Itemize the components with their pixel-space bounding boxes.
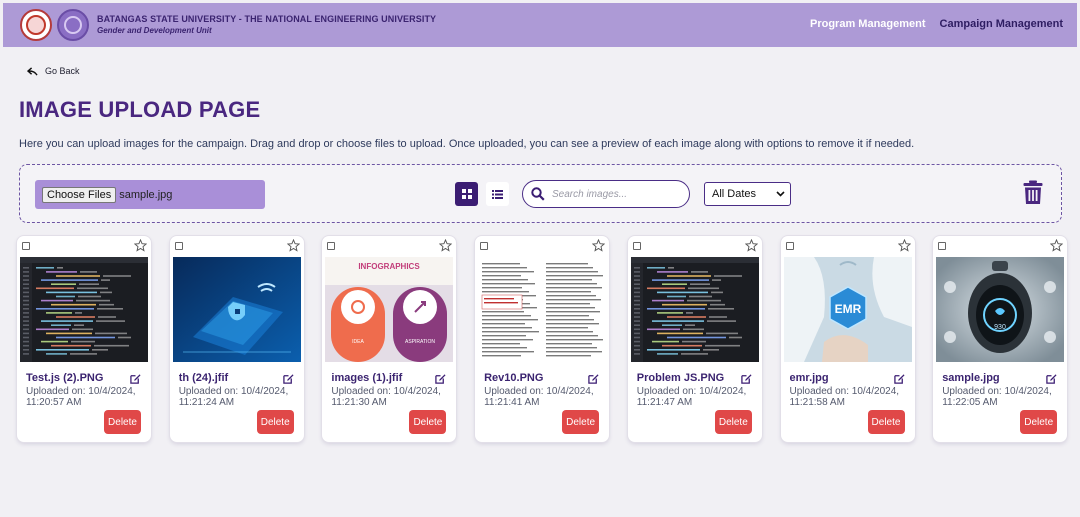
svg-text:INFOGRAPHICS: INFOGRAPHICS — [359, 262, 421, 271]
select-checkbox[interactable] — [174, 242, 183, 250]
select-checkbox[interactable] — [22, 242, 30, 250]
delete-button[interactable]: Delete — [256, 410, 294, 434]
edit-icon[interactable] — [1046, 373, 1057, 384]
image-thumbnail[interactable] — [20, 257, 148, 362]
grid-view-button[interactable] — [455, 182, 478, 206]
file-picker: Choose Files sample.jpg — [35, 180, 265, 209]
image-card: Problem JS.PNG Uploaded on: 10/4/2024, 11… — [627, 236, 762, 442]
edit-icon[interactable] — [893, 373, 905, 384]
edit-icon[interactable] — [741, 373, 752, 384]
image-name: Test.js (2).PNG — [26, 372, 104, 384]
image-thumbnail[interactable]: EMR — [783, 257, 912, 362]
delete-button[interactable]: Delete — [104, 410, 141, 434]
page-description: Here you can upload images for the campa… — [19, 138, 915, 150]
star-icon[interactable] — [134, 239, 147, 252]
upload-timestamp: Uploaded on: 10/4/2024, 11:21:41 AM — [484, 386, 594, 408]
delete-button[interactable]: Delete — [714, 410, 752, 434]
unit-name: Gender and Development Unit — [97, 26, 212, 35]
grid-icon — [461, 189, 472, 199]
delete-button[interactable]: Delete — [867, 410, 905, 434]
star-icon[interactable] — [897, 239, 911, 252]
delete-button[interactable]: Delete — [409, 410, 447, 434]
go-back-link[interactable]: Go Back — [27, 66, 80, 76]
date-filter-value: All Dates — [712, 188, 757, 200]
delete-button[interactable]: Delete — [562, 410, 600, 434]
upload-dropzone[interactable]: Choose Files sample.jpg All Dates — [19, 164, 1062, 223]
upload-timestamp: Uploaded on: 10/4/2024, 11:21:30 AM — [331, 386, 441, 408]
select-checkbox[interactable] — [327, 242, 336, 250]
selected-file-name: sample.jpg — [119, 188, 173, 201]
upload-timestamp: Uploaded on: 10/4/2024, 11:21:58 AM — [789, 386, 900, 408]
star-icon[interactable] — [439, 239, 453, 252]
edit-icon[interactable] — [130, 373, 141, 384]
svg-text:EMR: EMR — [834, 302, 861, 316]
search-input[interactable] — [552, 188, 672, 200]
star-icon[interactable] — [1050, 239, 1064, 252]
nav-program-management[interactable]: Program Management — [810, 18, 926, 30]
image-thumbnail[interactable] — [478, 257, 607, 362]
star-icon[interactable] — [286, 239, 300, 252]
image-card: 930 sample.jpg Uploaded on: 10/4/2024, 11:… — [933, 236, 1068, 442]
choose-files-button[interactable]: Choose Files — [42, 186, 117, 203]
date-filter-select[interactable]: All Dates — [704, 182, 791, 206]
image-name: images (1).jfif — [331, 372, 403, 384]
select-checkbox[interactable] — [938, 242, 947, 250]
select-checkbox[interactable] — [480, 242, 489, 250]
back-arrow-icon — [27, 66, 38, 76]
university-seal-logo — [20, 9, 52, 41]
image-card: Rev10.PNG Uploaded on: 10/4/2024, 11:21:4… — [475, 236, 610, 442]
image-thumbnail[interactable]: INFOGRAPHICS IDEA ASPIRATION — [325, 257, 454, 362]
edit-icon[interactable] — [435, 373, 446, 384]
upload-timestamp: Uploaded on: 10/4/2024, 11:20:57 AM — [26, 386, 136, 408]
image-name: sample.jpg — [942, 372, 1000, 384]
search-box — [522, 180, 690, 208]
image-name: Problem JS.PNG — [636, 372, 725, 384]
image-thumbnail[interactable] — [172, 257, 301, 362]
org-name: BATANGAS STATE UNIVERSITY - THE NATIONAL… — [97, 14, 437, 24]
trash-icon[interactable] — [1023, 180, 1043, 205]
svg-text:930: 930 — [994, 324, 1006, 331]
upload-timestamp: Uploaded on: 10/4/2024, 11:22:05 AM — [942, 386, 1052, 408]
go-back-label: Go Back — [45, 66, 80, 76]
upload-timestamp: Uploaded on: 10/4/2024, 11:21:47 AM — [636, 386, 747, 408]
select-checkbox[interactable] — [785, 242, 794, 250]
star-icon[interactable] — [744, 239, 758, 252]
image-name: emr.jpg — [789, 372, 829, 384]
image-card: INFOGRAPHICS IDEA ASPIRATION images (1).jfi… — [322, 236, 457, 442]
image-card: EMR emr.jpg Uploaded on: 10/4/2024, 11:21:… — [780, 236, 915, 442]
list-icon — [492, 189, 503, 199]
edit-icon[interactable] — [588, 373, 599, 384]
brand-text: BATANGAS STATE UNIVERSITY - THE NATIONAL… — [97, 14, 436, 36]
image-name: th (24).jfif — [178, 372, 229, 384]
search-icon — [531, 187, 545, 201]
star-icon[interactable] — [592, 239, 606, 252]
upload-timestamp: Uploaded on: 10/4/2024, 11:21:24 AM — [178, 386, 289, 408]
svg-text:IDEA: IDEA — [353, 339, 365, 345]
gad-unit-logo — [57, 9, 89, 41]
top-navbar: BATANGAS STATE UNIVERSITY - THE NATIONAL… — [3, 3, 1077, 47]
image-thumbnail[interactable] — [630, 257, 759, 362]
nav-campaign-management[interactable]: Campaign Management — [940, 18, 1063, 30]
image-card: Test.js (2).PNG Uploaded on: 10/4/2024, 1… — [17, 236, 151, 442]
image-card: th (24).jfif Uploaded on: 10/4/2024, 11:2… — [169, 236, 304, 442]
delete-button[interactable]: Delete — [1020, 410, 1058, 434]
select-checkbox[interactable] — [632, 242, 641, 250]
image-name: Rev10.PNG — [484, 372, 544, 384]
chevron-down-icon — [776, 191, 785, 197]
edit-icon[interactable] — [282, 373, 294, 384]
list-view-button[interactable] — [486, 182, 509, 206]
svg-text:ASPIRATION: ASPIRATION — [405, 339, 435, 345]
page-title: IMAGE UPLOAD PAGE — [19, 97, 261, 122]
image-thumbnail[interactable]: 930 — [936, 257, 1065, 362]
nav-links: Program Management Campaign Management — [810, 18, 1063, 30]
